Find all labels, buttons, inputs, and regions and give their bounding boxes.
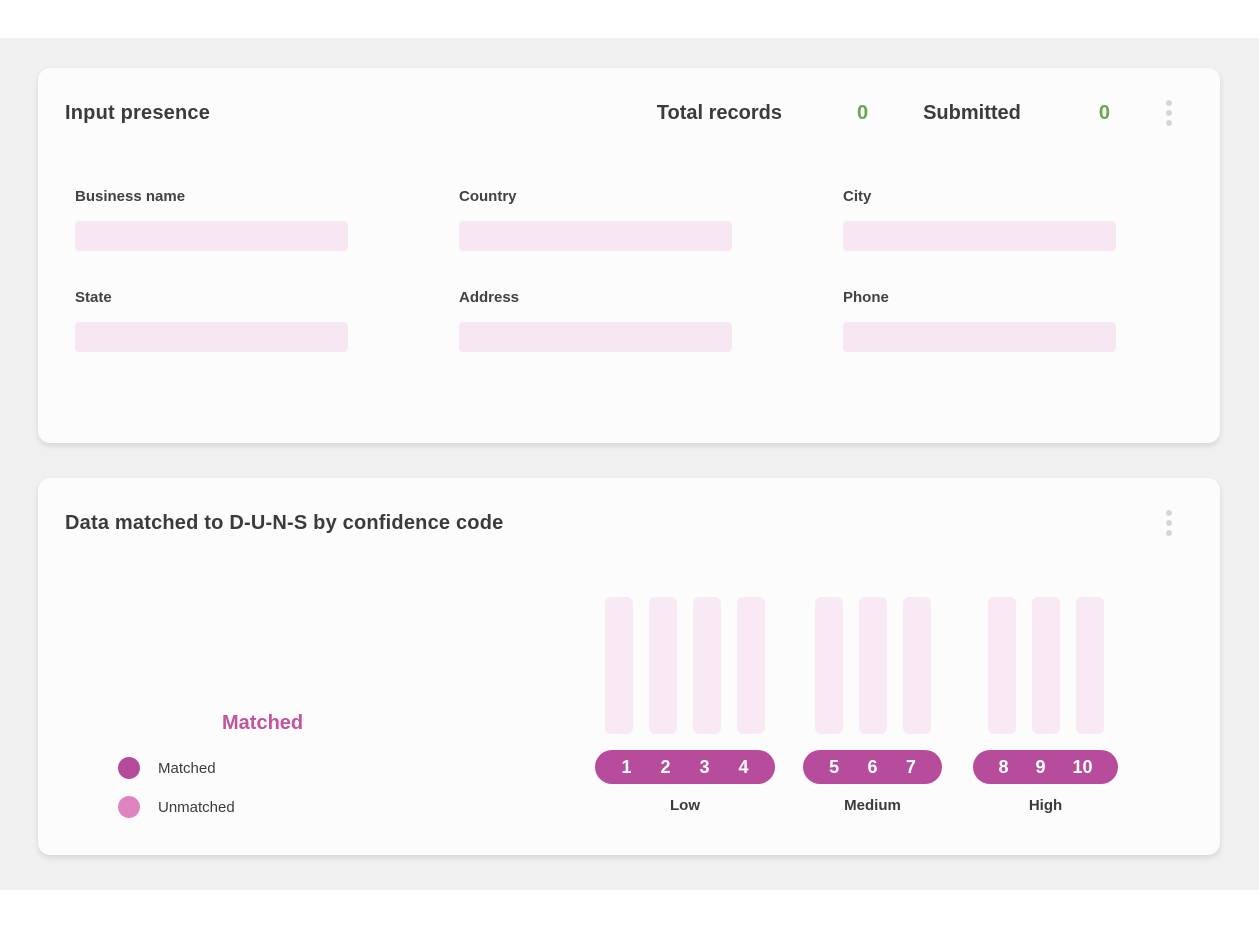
- group-label-high: High: [973, 797, 1118, 814]
- presence-bar-placeholder: [75, 221, 348, 251]
- placeholder-bar: [815, 597, 843, 734]
- field-label: State: [75, 289, 348, 306]
- field-phone: Phone: [843, 289, 1116, 352]
- placeholder-bar: [1032, 597, 1060, 734]
- presence-bar-placeholder: [843, 322, 1116, 352]
- confidence-codes-pill-high: 8 9 10: [973, 750, 1118, 784]
- presence-bar-placeholder: [459, 221, 732, 251]
- presence-bar-placeholder: [459, 322, 732, 352]
- confidence-group-medium: 5 6 7 Medium: [803, 597, 942, 814]
- field-label: Country: [459, 188, 732, 205]
- placeholder-bar: [737, 597, 765, 734]
- field-address: Address: [459, 289, 732, 352]
- group-label-low: Low: [595, 797, 775, 814]
- input-presence-stats: Total records 0 Submitted 0: [657, 96, 1176, 130]
- code-label: 5: [829, 757, 839, 778]
- field-business-name: Business name: [75, 188, 348, 251]
- input-presence-title: Input presence: [65, 102, 210, 125]
- total-records-value: 0: [857, 102, 868, 125]
- legend-item-matched[interactable]: Matched: [118, 757, 235, 779]
- legend-label: Matched: [158, 760, 216, 777]
- placeholder-bar: [605, 597, 633, 734]
- submitted-label: Submitted: [923, 102, 1021, 125]
- confidence-codes-pill-low: 1 2 3 4: [595, 750, 775, 784]
- confidence-group-low: 1 2 3 4 Low: [595, 597, 775, 814]
- code-label: 7: [906, 757, 916, 778]
- chart-series-heading: Matched: [222, 712, 303, 735]
- group-label-medium: Medium: [803, 797, 942, 814]
- code-label: 2: [660, 757, 670, 778]
- confidence-title: Data matched to D-U-N-S by confidence co…: [65, 512, 503, 535]
- field-label: Phone: [843, 289, 1116, 306]
- field-state: State: [75, 289, 348, 352]
- field-label: Business name: [75, 188, 348, 205]
- placeholder-bar: [649, 597, 677, 734]
- chart-legend: Matched Unmatched: [118, 757, 235, 835]
- bar-stack: [973, 597, 1118, 734]
- confidence-header: Data matched to D-U-N-S by confidence co…: [38, 478, 1220, 540]
- input-presence-menu-button[interactable]: [1162, 96, 1176, 130]
- code-label: 9: [1035, 757, 1045, 778]
- placeholder-bar: [903, 597, 931, 734]
- unmatched-swatch-icon: [118, 796, 140, 818]
- confidence-group-high: 8 9 10 High: [973, 597, 1118, 814]
- confidence-code-card: Data matched to D-U-N-S by confidence co…: [38, 478, 1220, 855]
- kebab-icon: [1166, 100, 1172, 106]
- placeholder-bar: [859, 597, 887, 734]
- code-label: 3: [699, 757, 709, 778]
- confidence-chart: Matched Matched Unmatched 1 2 3: [38, 540, 1220, 840]
- code-label: 10: [1072, 757, 1092, 778]
- input-presence-header: Input presence Total records 0 Submitted…: [38, 68, 1220, 130]
- field-label: City: [843, 188, 1116, 205]
- field-label: Address: [459, 289, 732, 306]
- field-country: Country: [459, 188, 732, 251]
- confidence-codes-pill-medium: 5 6 7: [803, 750, 942, 784]
- input-presence-card: Input presence Total records 0 Submitted…: [38, 68, 1220, 443]
- submitted-value: 0: [1099, 102, 1110, 125]
- placeholder-bar: [693, 597, 721, 734]
- bar-stack: [595, 597, 775, 734]
- legend-item-unmatched[interactable]: Unmatched: [118, 796, 235, 818]
- presence-bar-placeholder: [843, 221, 1116, 251]
- code-label: 4: [738, 757, 748, 778]
- kebab-icon: [1166, 510, 1172, 516]
- placeholder-bar: [988, 597, 1016, 734]
- presence-bar-placeholder: [75, 322, 348, 352]
- total-records-label: Total records: [657, 102, 782, 125]
- field-city: City: [843, 188, 1116, 251]
- bar-stack: [803, 597, 942, 734]
- code-label: 1: [621, 757, 631, 778]
- confidence-menu-button[interactable]: [1162, 506, 1176, 540]
- code-label: 8: [998, 757, 1008, 778]
- placeholder-bar: [1076, 597, 1104, 734]
- matched-swatch-icon: [118, 757, 140, 779]
- code-label: 6: [867, 757, 877, 778]
- input-presence-fields: Business name Country City State Address…: [38, 188, 1220, 352]
- legend-label: Unmatched: [158, 799, 235, 816]
